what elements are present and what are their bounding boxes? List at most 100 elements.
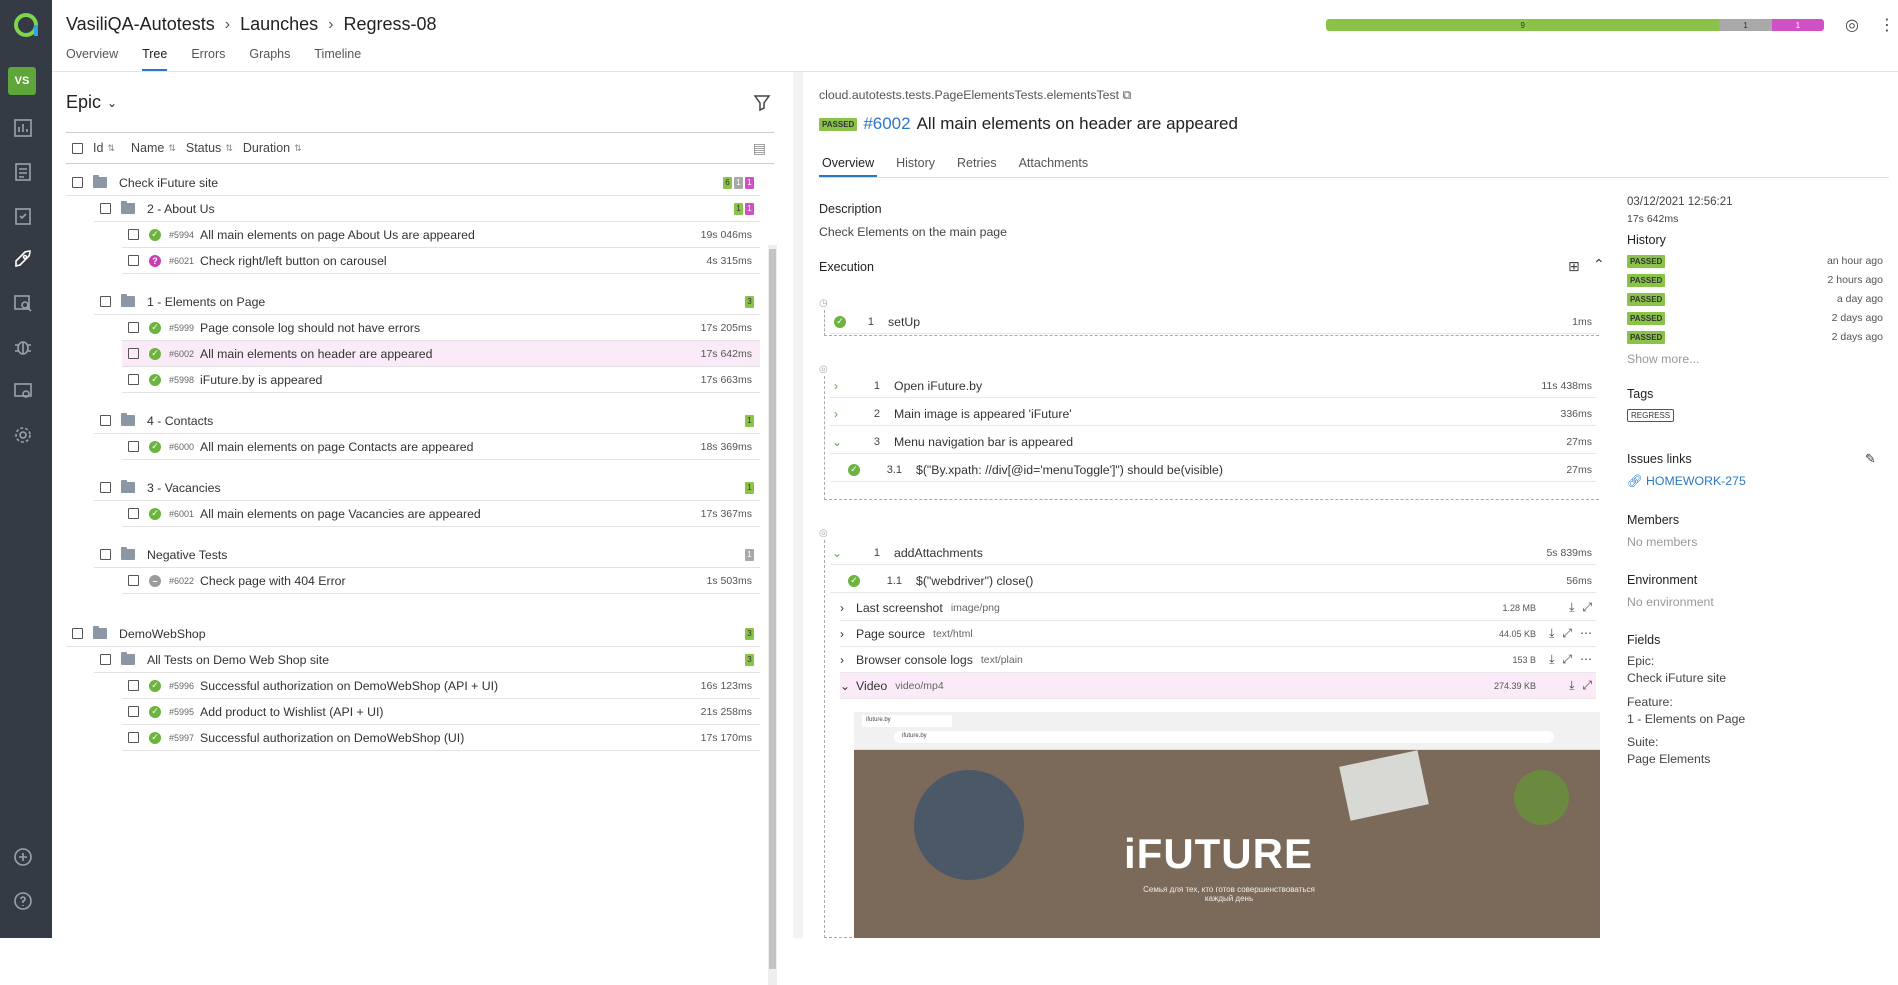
allure-logo-icon[interactable] <box>11 10 41 40</box>
tag-badge[interactable]: REGRESS <box>1627 409 1675 422</box>
breadcrumb-project[interactable]: VasiliQA-Autotests <box>66 14 215 35</box>
test-row[interactable]: ✓ #5999 Page console log should not have e… <box>122 315 760 341</box>
row-checkbox[interactable] <box>100 654 111 665</box>
tab-tree[interactable]: Tree <box>142 47 168 71</box>
stop-launch-icon[interactable]: ◎ <box>1841 14 1863 36</box>
col-id[interactable]: Id <box>93 141 103 155</box>
test-row[interactable]: ✓ #5997 Successful authorization on DemoWe… <box>122 725 760 751</box>
test-row[interactable]: ✓ #6000 All main elements on page Contacts… <box>122 434 760 460</box>
test-number[interactable]: #6002 <box>863 114 910 134</box>
row-checkbox[interactable] <box>100 203 111 214</box>
download-icon[interactable]: ⤓ <box>1569 678 1574 693</box>
bulk-actions-icon[interactable]: ▤ <box>753 140 766 157</box>
teardown-step[interactable]: ⌄ 1 addAttachments 5s 839ms <box>830 541 1596 565</box>
more-icon[interactable]: ⋯ <box>1580 626 1592 641</box>
tree-group[interactable]: Check iFuture site 6 1 1 <box>66 170 760 196</box>
sort-icon[interactable]: ⇅ <box>168 143 176 154</box>
help-icon[interactable] <box>12 890 34 912</box>
row-checkbox[interactable] <box>128 348 139 359</box>
row-checkbox[interactable] <box>100 415 111 426</box>
test-row[interactable]: ✓ #5994 All main elements on page About Us… <box>122 222 760 248</box>
add-plus-icon[interactable] <box>12 846 34 868</box>
test-row[interactable]: ? #6021 Check right/left button on carouse… <box>122 248 760 274</box>
tab-history[interactable]: History <box>893 156 938 177</box>
tree-group[interactable]: Negative Tests 1 <box>94 542 760 568</box>
row-checkbox[interactable] <box>128 322 139 333</box>
expand-icon[interactable]: ⤢ <box>1562 626 1572 641</box>
launches-rocket-icon[interactable] <box>12 248 34 270</box>
breadcrumb-launches[interactable]: Launches <box>240 14 318 35</box>
video-player[interactable]: ifuture.by ifuture.by iFUTURE Семья для … <box>854 712 1600 938</box>
test-cases-icon[interactable] <box>12 161 34 183</box>
sort-icon[interactable]: ⇅ <box>107 143 115 154</box>
row-checkbox[interactable] <box>128 732 139 743</box>
attachment-row[interactable]: › Last screenshot image/png 1.28 MB ⤓ ⤢ <box>840 595 1596 621</box>
tree-group[interactable]: 3 - Vacancies 1 <box>94 475 760 501</box>
issue-link[interactable]: 🔗︎ HOMEWORK-275 <box>1627 474 1746 489</box>
test-row[interactable]: ✓ #5996 Successful authorization on DemoWe… <box>122 673 760 699</box>
expand-icon[interactable]: ⤢ <box>1582 600 1592 615</box>
test-row[interactable]: ✓ #6002 All main elements on header are ap… <box>122 341 760 367</box>
row-checkbox[interactable] <box>100 549 111 560</box>
row-checkbox[interactable] <box>100 296 111 307</box>
project-avatar[interactable]: VS <box>8 67 36 95</box>
collapse-icon[interactable]: ⌃ <box>1593 256 1605 273</box>
row-checkbox[interactable] <box>72 628 83 639</box>
analytics-icon[interactable] <box>12 292 34 314</box>
tab-graphs[interactable]: Graphs <box>249 47 290 71</box>
step-row[interactable]: ⌄ 3 Menu navigation bar is appeared 27ms <box>830 430 1596 454</box>
tab-retries[interactable]: Retries <box>954 156 1000 177</box>
row-checkbox[interactable] <box>128 508 139 519</box>
settings-gear-icon[interactable] <box>12 424 34 446</box>
defects-bug-icon[interactable] <box>12 336 34 358</box>
history-item[interactable]: PASSED an hour ago <box>1627 253 1883 269</box>
row-checkbox[interactable] <box>128 706 139 717</box>
row-checkbox[interactable] <box>100 482 111 493</box>
teardown-substep[interactable]: ✓ 1.1 $("webdriver") close() 56ms <box>830 569 1596 593</box>
tree-group[interactable]: 2 - About Us 1 1 <box>94 196 760 222</box>
sort-icon[interactable]: ⇅ <box>225 143 233 154</box>
attachment-row[interactable]: ⌄ Video video/mp4 274.39 KB ⤓ ⤢ <box>840 673 1596 699</box>
history-item[interactable]: PASSED a day ago <box>1627 291 1883 307</box>
expand-icon[interactable]: ⤢ <box>1562 652 1572 667</box>
row-checkbox[interactable] <box>128 680 139 691</box>
tree-group[interactable]: 4 - Contacts 1 <box>94 408 760 434</box>
grouping-selector[interactable]: Epic ⌄ <box>66 92 117 113</box>
step-row[interactable]: › 1 Open iFuture.by 11s 438ms <box>830 374 1596 398</box>
jobs-icon[interactable] <box>12 380 34 402</box>
row-checkbox[interactable] <box>128 229 139 240</box>
scrollbar-thumb[interactable] <box>769 249 776 969</box>
col-name[interactable]: Name <box>131 141 164 155</box>
tab-overview[interactable]: Overview <box>819 156 878 177</box>
more-menu-icon[interactable]: ⋮ <box>1876 14 1898 36</box>
row-checkbox[interactable] <box>128 374 139 385</box>
col-status[interactable]: Status <box>186 141 221 155</box>
substep-row[interactable]: ✓ 3.1 $("By.xpath: //div[@id='menuToggle… <box>830 458 1596 482</box>
tree-group[interactable]: DemoWebShop 3 <box>66 621 760 647</box>
col-duration[interactable]: Duration <box>243 141 290 155</box>
tree-scrollbar[interactable] <box>768 245 777 985</box>
more-icon[interactable]: ⋯ <box>1580 652 1592 667</box>
panel-resize-handle[interactable] <box>793 72 803 938</box>
show-more-link[interactable]: Show more... <box>1627 352 1699 366</box>
sort-icon[interactable]: ⇅ <box>294 143 302 154</box>
setup-step[interactable]: ✓ 1 setUp 1ms <box>830 310 1596 334</box>
history-item[interactable]: PASSED 2 days ago <box>1627 329 1883 345</box>
step-row[interactable]: › 2 Main image is appeared 'iFuture' 336m… <box>830 402 1596 426</box>
edit-pencil-icon[interactable]: ✎ <box>1865 451 1876 467</box>
row-checkbox[interactable] <box>128 575 139 586</box>
download-icon[interactable]: ⤓ <box>1549 626 1554 641</box>
dashboard-icon[interactable] <box>12 117 34 139</box>
tab-timeline[interactable]: Timeline <box>314 47 361 71</box>
tree-group[interactable]: 1 - Elements on Page 3 <box>94 289 760 315</box>
expand-all-icon[interactable]: ⊞ <box>1568 258 1580 275</box>
attachment-row[interactable]: › Browser console logs text/plain 153 B ⤓ ⤢ ⋯ <box>840 647 1596 673</box>
filter-icon[interactable] <box>752 92 772 112</box>
launch-statistic-bar[interactable]: 9 1 1 <box>1326 19 1824 31</box>
test-row[interactable]: ✓ #5998 iFuture.by is appeared 17s 663ms <box>122 367 760 393</box>
test-plans-icon[interactable] <box>12 205 34 227</box>
row-checkbox[interactable] <box>128 255 139 266</box>
row-checkbox[interactable] <box>72 177 83 188</box>
tree-group[interactable]: All Tests on Demo Web Shop site 3 <box>94 647 760 673</box>
tab-overview[interactable]: Overview <box>66 47 118 71</box>
